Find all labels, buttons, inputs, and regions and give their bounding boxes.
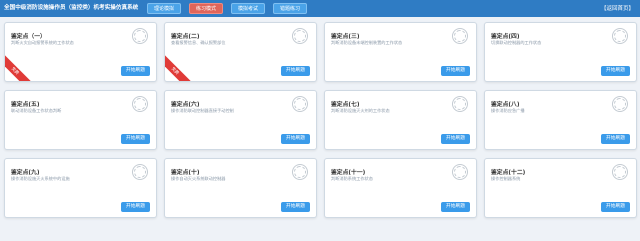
checkpoint-card-3: 鉴定点(三) 判断消防设备末端控制装置的工作状态 开始刷题 xyxy=(324,22,477,82)
stamp-icon xyxy=(129,25,151,47)
card-title: 鉴定点(十一) xyxy=(331,170,366,176)
start-practice-button[interactable]: 开始刷题 xyxy=(441,202,470,212)
checkpoint-card-8: 鉴定点(八) 操作消防应急广播 开始刷题 xyxy=(484,90,637,150)
free-ribbon: 免费 xyxy=(165,51,195,81)
card-title: 鉴定点(七) xyxy=(331,102,360,108)
top-bar: 全国中级消防设施操作员（监控类）机考实操仿真系统 理论模拟 练习模式 模拟考试 … xyxy=(0,0,640,17)
card-title: 鉴定点(九) xyxy=(11,170,40,176)
start-practice-button[interactable]: 开始刷题 xyxy=(281,202,310,212)
card-title: 鉴定点(四) xyxy=(491,34,520,40)
checkpoint-card-4: 鉴定点(四) 切换联动控制器的工作状态 开始刷题 xyxy=(484,22,637,82)
card-description: 操作自动灭火系统联动控制器 xyxy=(171,176,226,181)
card-description: 切换联动控制器的工作状态 xyxy=(491,40,542,45)
stamp-icon xyxy=(289,161,311,183)
stamp-icon xyxy=(609,161,631,183)
stamp-icon xyxy=(609,93,631,115)
checkpoint-card-5: 鉴定点(五) 联动消防设备工作状态判断 开始刷题 xyxy=(4,90,157,150)
start-practice-button[interactable]: 开始刷题 xyxy=(601,66,630,76)
card-title: 鉴定点(十) xyxy=(171,170,200,176)
checkpoint-card-9: 鉴定点(九) 操作消防设施灭火系统中的设施 开始刷题 xyxy=(4,158,157,218)
card-title: 鉴定点(二) xyxy=(171,34,200,40)
card-description: 操作消防应急广播 xyxy=(491,108,525,113)
start-practice-button[interactable]: 开始刷题 xyxy=(121,202,150,212)
start-practice-button[interactable]: 开始刷题 xyxy=(281,66,310,76)
checkpoint-card-10: 鉴定点(十) 操作自动灭火系统联动控制器 开始刷题 xyxy=(164,158,317,218)
checkpoint-card-1: 鉴定点（一） 判断火灾自动报警系统的工作状态 免费 开始刷题 xyxy=(4,22,157,82)
card-title: 鉴定点(三) xyxy=(331,34,360,40)
card-description: 判断火灾自动报警系统的工作状态 xyxy=(11,40,74,45)
card-title: 鉴定点(五) xyxy=(11,102,40,108)
card-title: 鉴定点（一） xyxy=(11,34,46,40)
start-practice-button[interactable]: 开始刷题 xyxy=(601,134,630,144)
card-description: 操作控制器系统 xyxy=(491,176,521,181)
card-description: 操作消防设施灭火系统中的设施 xyxy=(11,176,70,181)
start-practice-button[interactable]: 开始刷题 xyxy=(281,134,310,144)
checkpoint-card-7: 鉴定点(七) 判断消防设施灭火剂的工作状态 开始刷题 xyxy=(324,90,477,150)
start-practice-button[interactable]: 开始刷题 xyxy=(121,134,150,144)
checkpoint-grid: 鉴定点（一） 判断火灾自动报警系统的工作状态 免费 开始刷题 鉴定点(二) 查看… xyxy=(4,22,637,238)
start-practice-button[interactable]: 开始刷题 xyxy=(441,134,470,144)
theory-simulation-button[interactable]: 理论模拟 xyxy=(147,3,181,14)
practice-mode-button[interactable]: 练习模式 xyxy=(189,3,223,14)
checkpoint-card-12: 鉴定点(十二) 操作控制器系统 开始刷题 xyxy=(484,158,637,218)
start-practice-button[interactable]: 开始刷题 xyxy=(601,202,630,212)
card-description: 判断消防设施灭火剂的工作状态 xyxy=(331,108,390,113)
checkpoint-card-2: 鉴定点(二) 查看报警信息、确认报警部位 免费 开始刷题 xyxy=(164,22,317,82)
stamp-icon xyxy=(289,25,311,47)
start-practice-button[interactable]: 开始刷题 xyxy=(441,66,470,76)
card-description: 判断消防设备末端控制装置的工作状态 xyxy=(331,40,403,45)
card-title: 鉴定点(六) xyxy=(171,102,200,108)
stamp-icon xyxy=(609,25,631,47)
card-description: 判断消防系统工作状态 xyxy=(331,176,373,181)
card-description: 查看报警信息、确认报警部位 xyxy=(171,40,226,45)
mock-exam-button[interactable]: 模拟考试 xyxy=(231,3,265,14)
wrong-questions-button[interactable]: 错题练习 xyxy=(273,3,307,14)
stamp-icon xyxy=(449,93,471,115)
checkpoint-card-6: 鉴定点(六) 操作消防联动控制器直接手动控制 开始刷题 xyxy=(164,90,317,150)
checkpoint-card-11: 鉴定点(十一) 判断消防系统工作状态 开始刷题 xyxy=(324,158,477,218)
return-home-link[interactable]: 【返回首页】 xyxy=(601,4,634,12)
stamp-icon xyxy=(129,161,151,183)
card-title: 鉴定点(八) xyxy=(491,102,520,108)
stamp-icon xyxy=(289,93,311,115)
stamp-icon xyxy=(449,161,471,183)
start-practice-button[interactable]: 开始刷题 xyxy=(121,66,150,76)
card-description: 操作消防联动控制器直接手动控制 xyxy=(171,108,234,113)
app-title: 全国中级消防设施操作员（监控类）机考实操仿真系统 xyxy=(4,5,139,11)
card-description: 联动消防设备工作状态判断 xyxy=(11,108,62,113)
free-ribbon: 免费 xyxy=(5,51,35,81)
card-title: 鉴定点(十二) xyxy=(491,170,526,176)
stamp-icon xyxy=(449,25,471,47)
stamp-icon xyxy=(129,93,151,115)
